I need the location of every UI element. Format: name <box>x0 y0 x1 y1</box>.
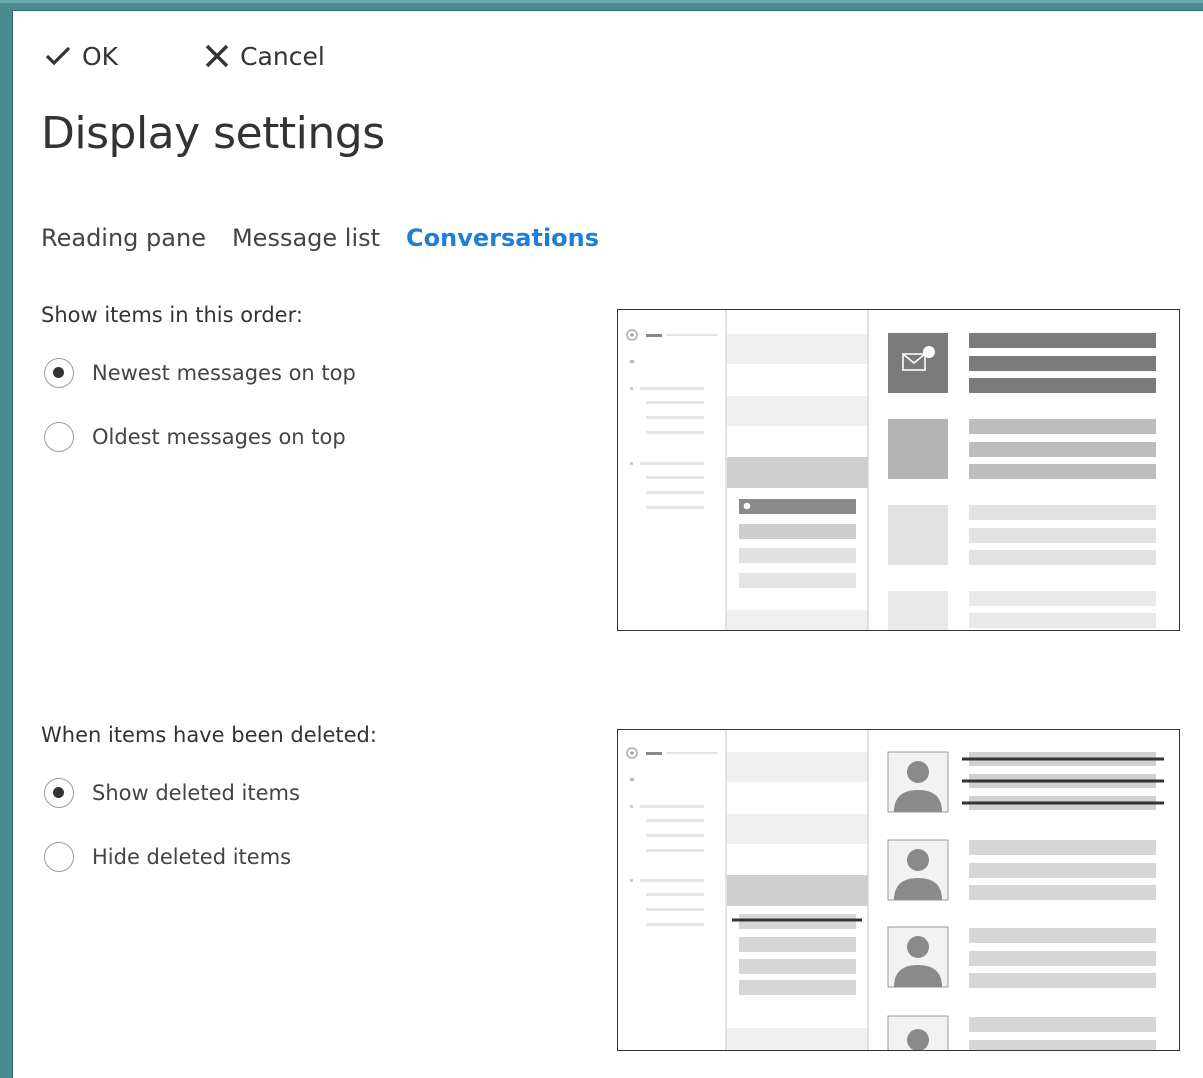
radio-label: Show deleted items <box>92 781 300 805</box>
tab-conversations[interactable]: Conversations <box>406 224 599 252</box>
tab-message-list[interactable]: Message list <box>232 224 380 252</box>
close-x-icon <box>205 44 229 68</box>
radio-oldest-on-top[interactable]: Oldest messages on top <box>44 422 346 452</box>
deleted-items-preview <box>617 729 1180 1051</box>
conversation-order-preview <box>617 309 1180 631</box>
checkmark-icon <box>45 46 71 66</box>
radio-show-deleted[interactable]: Show deleted items <box>44 778 300 808</box>
radio-hide-deleted[interactable]: Hide deleted items <box>44 842 291 872</box>
radio-newest-on-top[interactable]: Newest messages on top <box>44 358 356 388</box>
radio-label: Newest messages on top <box>92 361 356 385</box>
ok-label: OK <box>82 41 119 71</box>
cancel-button[interactable]: Cancel <box>204 42 325 71</box>
toolbar: OK Cancel <box>44 36 325 76</box>
tab-bar: Reading pane Message list Conversations <box>41 224 625 252</box>
tab-reading-pane[interactable]: Reading pane <box>41 224 206 252</box>
radio-button-checked[interactable] <box>44 358 74 388</box>
radio-button[interactable] <box>44 422 74 452</box>
page-title: Display settings <box>41 108 385 159</box>
radio-label: Hide deleted items <box>92 845 292 869</box>
order-section-label: Show items in this order: <box>41 303 303 327</box>
deleted-section-label: When items have been deleted: <box>41 723 377 747</box>
radio-button-checked[interactable] <box>44 778 74 808</box>
radio-label: Oldest messages on top <box>92 425 346 449</box>
ok-button[interactable]: OK <box>44 42 118 71</box>
radio-button[interactable] <box>44 842 74 872</box>
cancel-label: Cancel <box>240 41 325 71</box>
